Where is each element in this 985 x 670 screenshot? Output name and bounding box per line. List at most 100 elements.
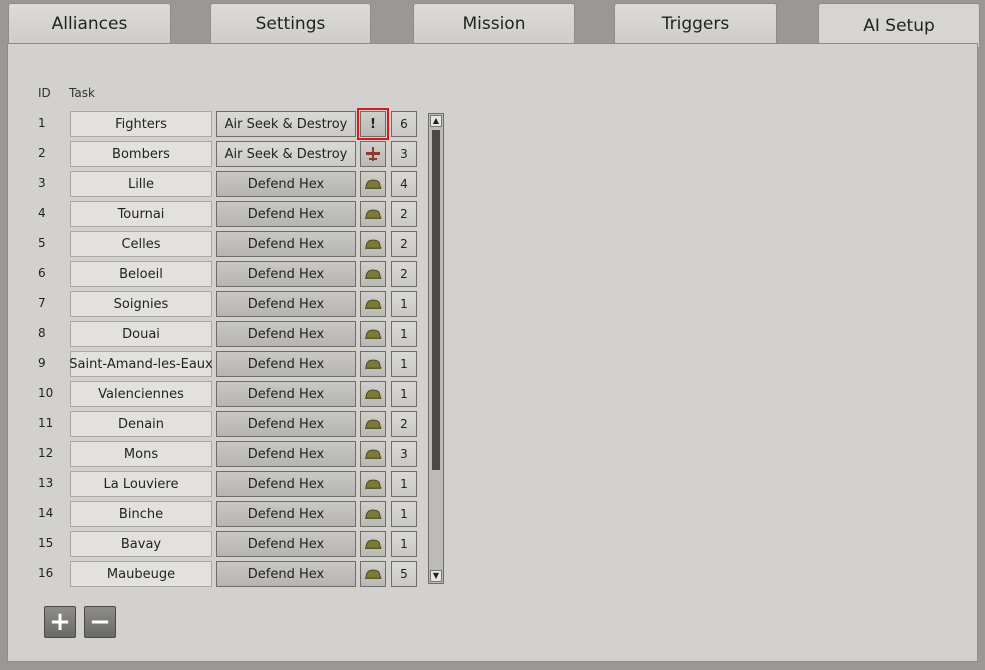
tab-mission[interactable]: Mission: [413, 3, 575, 43]
task-name-field[interactable]: Binche: [70, 501, 212, 527]
task-name-field[interactable]: La Louviere: [70, 471, 212, 497]
scroll-up-arrow-icon[interactable]: ▲: [430, 115, 442, 127]
unit-count[interactable]: 2: [391, 201, 417, 227]
row-id: 5: [38, 236, 46, 250]
task-row[interactable]: 5 Celles Defend Hex 2: [0, 229, 420, 259]
task-list-scrollbar[interactable]: ▲ ▼: [428, 113, 444, 584]
task-type-button[interactable]: Air Seek & Destroy: [216, 111, 356, 137]
task-row[interactable]: 6 Beloeil Defend Hex 2: [0, 259, 420, 289]
unit-count[interactable]: 1: [391, 531, 417, 557]
helmet-icon[interactable]: [360, 561, 386, 587]
unit-count[interactable]: 1: [391, 291, 417, 317]
helmet-icon[interactable]: [360, 471, 386, 497]
unit-count[interactable]: 4: [391, 171, 417, 197]
task-name-field[interactable]: Bombers: [70, 141, 212, 167]
task-type-button[interactable]: Air Seek & Destroy: [216, 141, 356, 167]
task-name-field[interactable]: Douai: [70, 321, 212, 347]
unit-count[interactable]: 1: [391, 471, 417, 497]
unit-count[interactable]: 6: [391, 111, 417, 137]
row-id: 4: [38, 206, 46, 220]
task-row[interactable]: 11 Denain Defend Hex 2: [0, 409, 420, 439]
unit-count[interactable]: 2: [391, 231, 417, 257]
bomber-plane-icon[interactable]: [360, 141, 386, 167]
task-name-field[interactable]: Soignies: [70, 291, 212, 317]
task-type-button[interactable]: Defend Hex: [216, 471, 356, 497]
unit-count[interactable]: 2: [391, 261, 417, 287]
task-type-button[interactable]: Defend Hex: [216, 291, 356, 317]
row-id: 14: [38, 506, 54, 520]
task-name-field[interactable]: Lille: [70, 171, 212, 197]
column-header-task: Task: [69, 86, 95, 100]
helmet-icon[interactable]: [360, 231, 386, 257]
helmet-icon[interactable]: [360, 531, 386, 557]
task-name-field[interactable]: Valenciennes: [70, 381, 212, 407]
unit-count[interactable]: 1: [391, 351, 417, 377]
helmet-icon[interactable]: [360, 351, 386, 377]
helmet-icon[interactable]: [360, 291, 386, 317]
task-name-field[interactable]: Fighters: [70, 111, 212, 137]
task-row[interactable]: 8 Douai Defend Hex 1: [0, 319, 420, 349]
task-type-button[interactable]: Defend Hex: [216, 501, 356, 527]
helmet-icon[interactable]: [360, 171, 386, 197]
helmet-icon[interactable]: [360, 201, 386, 227]
task-name-field[interactable]: Maubeuge: [70, 561, 212, 587]
task-row[interactable]: 9 Saint-Amand-les-Eaux Defend Hex 1: [0, 349, 420, 379]
task-name-field[interactable]: Celles: [70, 231, 212, 257]
tab-bar: Alliances Settings Mission Triggers AI S…: [0, 0, 985, 47]
tab-alliances[interactable]: Alliances: [8, 3, 171, 43]
task-name-field[interactable]: Saint-Amand-les-Eaux: [69, 351, 213, 377]
unit-count[interactable]: 1: [391, 501, 417, 527]
task-row[interactable]: 1 Fighters Air Seek & Destroy! 6: [0, 108, 420, 140]
task-row[interactable]: 10 Valenciennes Defend Hex 1: [0, 379, 420, 409]
task-row[interactable]: 13 La Louviere Defend Hex 1: [0, 469, 420, 499]
task-row[interactable]: 4 Tournai Defend Hex 2: [0, 199, 420, 229]
task-row[interactable]: 12 Mons Defend Hex 3: [0, 439, 420, 469]
add-task-button[interactable]: +: [44, 606, 76, 638]
scroll-down-arrow-icon[interactable]: ▼: [430, 570, 442, 582]
helmet-icon[interactable]: [360, 321, 386, 347]
helmet-icon[interactable]: [360, 411, 386, 437]
task-type-button[interactable]: Defend Hex: [216, 411, 356, 437]
task-name-field[interactable]: Denain: [70, 411, 212, 437]
plus-icon: +: [49, 607, 71, 637]
row-id: 12: [38, 446, 54, 460]
helmet-icon[interactable]: [360, 381, 386, 407]
task-name-field[interactable]: Tournai: [70, 201, 212, 227]
tab-triggers[interactable]: Triggers: [614, 3, 777, 43]
row-id: 7: [38, 296, 46, 310]
task-type-button[interactable]: Defend Hex: [216, 171, 356, 197]
unit-count[interactable]: 1: [391, 321, 417, 347]
unit-count[interactable]: 3: [391, 441, 417, 467]
remove-task-button[interactable]: −: [84, 606, 116, 638]
task-type-button[interactable]: Defend Hex: [216, 351, 356, 377]
task-name-field[interactable]: Bavay: [70, 531, 212, 557]
unit-count[interactable]: 1: [391, 381, 417, 407]
task-row[interactable]: 3 Lille Defend Hex 4: [0, 169, 420, 199]
task-type-button[interactable]: Defend Hex: [216, 441, 356, 467]
task-name-field[interactable]: Beloeil: [70, 261, 212, 287]
task-type-button[interactable]: Defend Hex: [216, 201, 356, 227]
task-type-button[interactable]: Defend Hex: [216, 231, 356, 257]
helmet-icon[interactable]: [360, 501, 386, 527]
task-type-button[interactable]: Defend Hex: [216, 261, 356, 287]
helmet-icon[interactable]: [360, 441, 386, 467]
tab-ai-setup[interactable]: AI Setup: [818, 3, 980, 47]
task-row[interactable]: 15 Bavay Defend Hex 1: [0, 529, 420, 559]
unit-count[interactable]: 5: [391, 561, 417, 587]
exclamation-icon[interactable]: !: [357, 108, 389, 140]
tab-settings[interactable]: Settings: [210, 3, 371, 43]
task-row[interactable]: 16 Maubeuge Defend Hex 5: [0, 559, 420, 589]
unit-count[interactable]: 2: [391, 411, 417, 437]
helmet-icon[interactable]: [360, 261, 386, 287]
task-type-button[interactable]: Defend Hex: [216, 531, 356, 557]
task-type-button[interactable]: Defend Hex: [216, 321, 356, 347]
task-row[interactable]: 7 Soignies Defend Hex 1: [0, 289, 420, 319]
task-row[interactable]: 2 Bombers Air Seek & Destroy 3: [0, 139, 420, 169]
task-name-field[interactable]: Mons: [70, 441, 212, 467]
task-type-button[interactable]: Defend Hex: [216, 381, 356, 407]
row-id: 9: [38, 356, 46, 370]
task-type-button[interactable]: Defend Hex: [216, 561, 356, 587]
task-row[interactable]: 14 Binche Defend Hex 1: [0, 499, 420, 529]
unit-count[interactable]: 3: [391, 141, 417, 167]
scrollbar-thumb[interactable]: [432, 130, 440, 470]
